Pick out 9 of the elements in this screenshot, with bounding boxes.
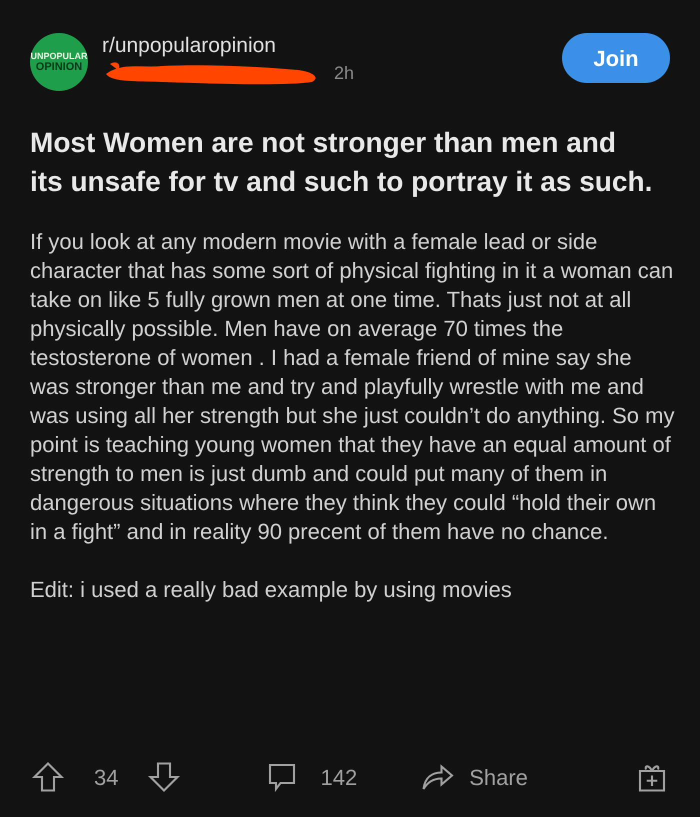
community-logo: UNPOPULAR OPINION: [30, 33, 88, 91]
post-age: 2h: [334, 62, 354, 84]
community-name[interactable]: r/unpopularopinion: [102, 33, 354, 59]
post-paragraph: Edit: i used a really bad example by using movies: [30, 576, 513, 604]
post-title: Most Women are not stronger than men and its unsafe for tv and such to portray it as such.: [30, 126, 654, 199]
post-paragraph: If you look at any modern movie with a female lead or side character that has some sort of physical fighting in it a woman can take on like 5 fully grown men at one time. Thats just not at all physically possible. Men have on average 70 times the testosterone of women . I had a female friend of mine say she was stronger than me and try and playfully wrestle with me and was using all her strength but she just couldn’t do anything. So my point is teaching young women that they have an equal amount of strength to men is just dumb and could put many of them in dangerous situations where they think they could “hold their own in a fight” and in reality 90 precent of them have no chance.: [30, 228, 675, 546]
vote-count: 34: [94, 764, 118, 792]
share-button[interactable]: Share: [419, 759, 528, 795]
comment-count: 142: [320, 764, 358, 792]
